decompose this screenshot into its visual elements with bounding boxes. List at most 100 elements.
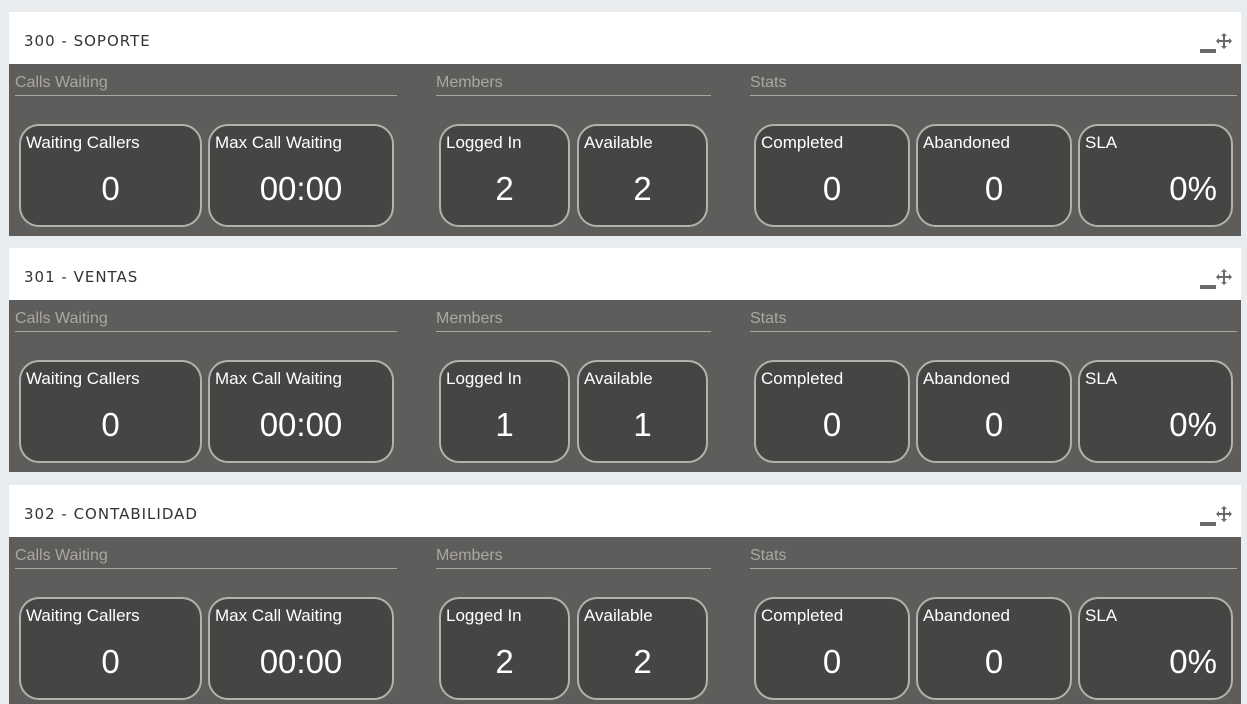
minimize-icon[interactable] bbox=[1200, 274, 1216, 290]
waiting-callers-card: Waiting Callers 0 bbox=[19, 597, 202, 700]
card-value: 0 bbox=[101, 643, 120, 680]
card-value: 1 bbox=[495, 406, 514, 443]
panel-body: Calls Waiting Members Stats Waiting Call… bbox=[9, 64, 1241, 236]
section-stats: Stats bbox=[750, 310, 1237, 332]
available-card: Available 2 bbox=[577, 597, 708, 700]
card-value: 00:00 bbox=[259, 643, 343, 680]
panel-title: 301 - VENTAS bbox=[24, 268, 139, 286]
card-value: 0 bbox=[822, 406, 842, 443]
sla-card: SLA 0% bbox=[1078, 360, 1233, 463]
section-stats: Stats bbox=[750, 547, 1237, 569]
card-label: Max Call Waiting bbox=[215, 369, 342, 388]
card-value: 2 bbox=[495, 170, 514, 207]
panel-header: 300 - SOPORTE bbox=[9, 12, 1241, 64]
card-value: 0% bbox=[1169, 406, 1217, 443]
card-label: Abandoned bbox=[923, 606, 1010, 625]
panel-body: Calls Waiting Members Stats Waiting Call… bbox=[9, 537, 1241, 704]
panel-title: 300 - SOPORTE bbox=[24, 32, 151, 50]
panel-header: 302 - CONTABILIDAD bbox=[9, 485, 1241, 537]
section-label: Stats bbox=[750, 547, 1237, 569]
minimize-icon[interactable] bbox=[1200, 511, 1216, 527]
card-label: Completed bbox=[761, 606, 844, 625]
card-value: 0% bbox=[1169, 643, 1217, 680]
move-icon[interactable] bbox=[1215, 268, 1233, 286]
queue-dashboard: 300 - SOPORTE Calls Waiting Members Stat… bbox=[0, 0, 1247, 704]
section-members: Members bbox=[436, 310, 711, 332]
card-value: 0% bbox=[1169, 170, 1217, 207]
card-label: Available bbox=[584, 606, 653, 625]
max-call-waiting-card: Max Call Waiting 00:00 bbox=[208, 124, 394, 227]
section-stats: Stats bbox=[750, 74, 1237, 96]
move-icon[interactable] bbox=[1215, 505, 1233, 523]
logged-in-card: Logged In 2 bbox=[439, 597, 570, 700]
max-call-waiting-card: Max Call Waiting 00:00 bbox=[208, 597, 394, 700]
card-value: 0 bbox=[984, 170, 1004, 207]
waiting-callers-card: Waiting Callers 0 bbox=[19, 360, 202, 463]
section-label: Members bbox=[436, 310, 711, 332]
section-calls-waiting: Calls Waiting bbox=[15, 74, 397, 96]
section-members: Members bbox=[436, 74, 711, 96]
max-call-waiting-card: Max Call Waiting 00:00 bbox=[208, 360, 394, 463]
card-value: 1 bbox=[633, 406, 652, 443]
card-value: 2 bbox=[633, 643, 652, 680]
section-label: Members bbox=[436, 547, 711, 569]
section-label: Stats bbox=[750, 310, 1237, 332]
section-calls-waiting: Calls Waiting bbox=[15, 310, 397, 332]
section-label: Calls Waiting bbox=[15, 74, 397, 96]
available-card: Available 2 bbox=[577, 124, 708, 227]
card-label: Waiting Callers bbox=[26, 133, 140, 152]
card-value: 0 bbox=[984, 643, 1004, 680]
card-value: 2 bbox=[495, 643, 514, 680]
available-card: Available 1 bbox=[577, 360, 708, 463]
card-label: SLA bbox=[1085, 606, 1118, 625]
move-icon[interactable] bbox=[1215, 32, 1233, 50]
queue-panel-301: 301 - VENTAS Calls Waiting Members Stats… bbox=[9, 248, 1241, 472]
queue-panel-302: 302 - CONTABILIDAD Calls Waiting Members… bbox=[9, 485, 1241, 704]
card-label: Logged In bbox=[446, 369, 522, 388]
card-label: Completed bbox=[761, 369, 844, 388]
abandoned-card: Abandoned 0 bbox=[916, 124, 1072, 227]
card-label: SLA bbox=[1085, 369, 1118, 388]
panel-title: 302 - CONTABILIDAD bbox=[24, 505, 198, 523]
card-label: Completed bbox=[761, 133, 844, 152]
abandoned-card: Abandoned 0 bbox=[916, 360, 1072, 463]
section-label: Calls Waiting bbox=[15, 310, 397, 332]
completed-card: Completed 0 bbox=[754, 597, 910, 700]
card-value: 00:00 bbox=[259, 406, 343, 443]
logged-in-card: Logged In 2 bbox=[439, 124, 570, 227]
card-label: Waiting Callers bbox=[26, 606, 140, 625]
card-label: Max Call Waiting bbox=[215, 606, 342, 625]
card-label: Logged In bbox=[446, 606, 522, 625]
sla-card: SLA 0% bbox=[1078, 124, 1233, 227]
section-label: Stats bbox=[750, 74, 1237, 96]
sla-card: SLA 0% bbox=[1078, 597, 1233, 700]
card-value: 00:00 bbox=[259, 170, 343, 207]
abandoned-card: Abandoned 0 bbox=[916, 597, 1072, 700]
card-label: Logged In bbox=[446, 133, 522, 152]
card-value: 0 bbox=[822, 170, 842, 207]
card-value: 2 bbox=[633, 170, 652, 207]
card-value: 0 bbox=[822, 643, 842, 680]
section-calls-waiting: Calls Waiting bbox=[15, 547, 397, 569]
waiting-callers-card: Waiting Callers 0 bbox=[19, 124, 202, 227]
card-value: 0 bbox=[101, 170, 120, 207]
card-value: 0 bbox=[101, 406, 120, 443]
queue-panel-300: 300 - SOPORTE Calls Waiting Members Stat… bbox=[9, 12, 1241, 236]
card-value: 0 bbox=[984, 406, 1004, 443]
section-label: Members bbox=[436, 74, 711, 96]
card-label: Available bbox=[584, 133, 653, 152]
completed-card: Completed 0 bbox=[754, 124, 910, 227]
card-label: Max Call Waiting bbox=[215, 133, 342, 152]
completed-card: Completed 0 bbox=[754, 360, 910, 463]
logged-in-card: Logged In 1 bbox=[439, 360, 570, 463]
section-label: Calls Waiting bbox=[15, 547, 397, 569]
card-label: SLA bbox=[1085, 133, 1118, 152]
panel-header: 301 - VENTAS bbox=[9, 248, 1241, 300]
card-label: Available bbox=[584, 369, 653, 388]
section-members: Members bbox=[436, 547, 711, 569]
card-label: Waiting Callers bbox=[26, 369, 140, 388]
minimize-icon[interactable] bbox=[1200, 38, 1216, 54]
card-label: Abandoned bbox=[923, 133, 1010, 152]
panel-body: Calls Waiting Members Stats Waiting Call… bbox=[9, 300, 1241, 472]
card-label: Abandoned bbox=[923, 369, 1010, 388]
